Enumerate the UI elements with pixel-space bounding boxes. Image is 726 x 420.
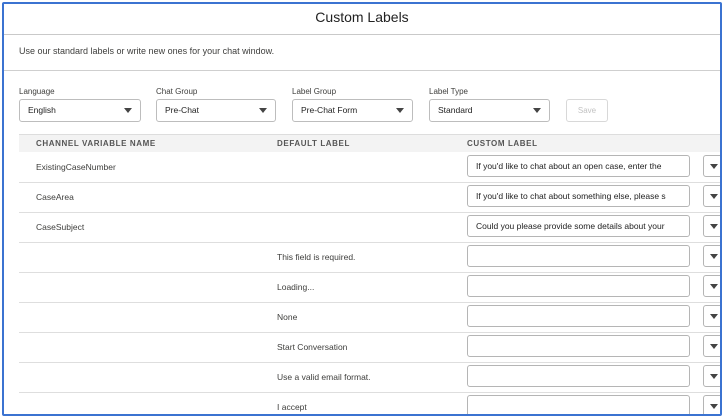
chevron-down-icon: [533, 108, 541, 113]
language-label: Language: [19, 87, 55, 96]
table-row: ExistingCaseNumber If you'd like to chat…: [19, 152, 720, 183]
page-title: Custom Labels: [4, 4, 720, 35]
row-menu-button[interactable]: [703, 215, 720, 237]
custom-label-input[interactable]: [467, 305, 690, 327]
table-row: Loading...: [19, 272, 720, 303]
table-row: This field is required.: [19, 242, 720, 273]
row-menu-button[interactable]: [703, 185, 720, 207]
column-header-variable: CHANNEL VARIABLE NAME: [36, 139, 156, 148]
chevron-down-icon: [710, 164, 718, 169]
default-label: This field is required.: [277, 252, 356, 262]
table-row: I accept: [19, 392, 720, 414]
language-select[interactable]: English: [19, 99, 141, 122]
table-row: Use a valid email format.: [19, 362, 720, 393]
row-menu-button[interactable]: [703, 335, 720, 357]
custom-labels-window: Custom Labels Use our standard labels or…: [2, 2, 722, 416]
divider: [4, 70, 720, 71]
row-menu-button[interactable]: [703, 245, 720, 267]
chat-group-filter: Chat Group Pre-Chat: [156, 87, 276, 122]
table-row: CaseSubject Could you please provide som…: [19, 212, 720, 243]
variable-name: CaseArea: [36, 192, 74, 202]
label-type-select[interactable]: Standard: [429, 99, 550, 122]
table-row: Start Conversation: [19, 332, 720, 363]
chevron-down-icon: [710, 194, 718, 199]
language-filter: Language English: [19, 87, 141, 122]
table-row: None: [19, 302, 720, 333]
label-type-label: Label Type: [429, 87, 468, 96]
label-group-value: Pre-Chat Form: [301, 105, 358, 115]
label-group-filter: Label Group Pre-Chat Form: [292, 87, 413, 122]
custom-label-input[interactable]: If you'd like to chat about something el…: [467, 185, 690, 207]
row-menu-button[interactable]: [703, 305, 720, 327]
custom-label-input[interactable]: Could you please provide some details ab…: [467, 215, 690, 237]
chat-group-label: Chat Group: [156, 87, 198, 96]
language-value: English: [28, 105, 56, 115]
chevron-down-icon: [710, 404, 718, 409]
save-button[interactable]: Save: [566, 99, 608, 122]
custom-label-input[interactable]: [467, 275, 690, 297]
label-group-select[interactable]: Pre-Chat Form: [292, 99, 413, 122]
chevron-down-icon: [710, 314, 718, 319]
row-menu-button[interactable]: [703, 365, 720, 387]
custom-label-input[interactable]: [467, 245, 690, 267]
default-label: Loading...: [277, 282, 315, 292]
chevron-down-icon: [710, 284, 718, 289]
label-type-filter: Label Type Standard: [429, 87, 550, 122]
chevron-down-icon: [710, 344, 718, 349]
chevron-down-icon: [124, 108, 132, 113]
chevron-down-icon: [259, 108, 267, 113]
default-label: Use a valid email format.: [277, 372, 371, 382]
custom-label-input[interactable]: [467, 335, 690, 357]
row-menu-button[interactable]: [703, 395, 720, 414]
chat-group-value: Pre-Chat: [165, 105, 200, 115]
default-label: None: [277, 312, 298, 322]
table-header: CHANNEL VARIABLE NAME DEFAULT LABEL CUST…: [19, 134, 720, 152]
chevron-down-icon: [396, 108, 404, 113]
row-menu-button[interactable]: [703, 275, 720, 297]
chat-group-select[interactable]: Pre-Chat: [156, 99, 276, 122]
default-label: Start Conversation: [277, 342, 348, 352]
label-type-value: Standard: [438, 105, 473, 115]
row-menu-button[interactable]: [703, 155, 720, 177]
variable-name: CaseSubject: [36, 222, 85, 232]
column-header-default: DEFAULT LABEL: [277, 139, 350, 148]
label-group-label: Label Group: [292, 87, 337, 96]
variable-name: ExistingCaseNumber: [36, 162, 116, 172]
custom-label-input[interactable]: If you'd like to chat about an open case…: [467, 155, 690, 177]
page-description: Use our standard labels or write new one…: [19, 46, 275, 56]
chevron-down-icon: [710, 374, 718, 379]
chevron-down-icon: [710, 254, 718, 259]
default-label: I accept: [277, 402, 307, 412]
chevron-down-icon: [710, 224, 718, 229]
column-header-custom: CUSTOM LABEL: [467, 139, 538, 148]
custom-label-input[interactable]: [467, 395, 690, 414]
custom-label-input[interactable]: [467, 365, 690, 387]
table-row: CaseArea If you'd like to chat about som…: [19, 182, 720, 213]
